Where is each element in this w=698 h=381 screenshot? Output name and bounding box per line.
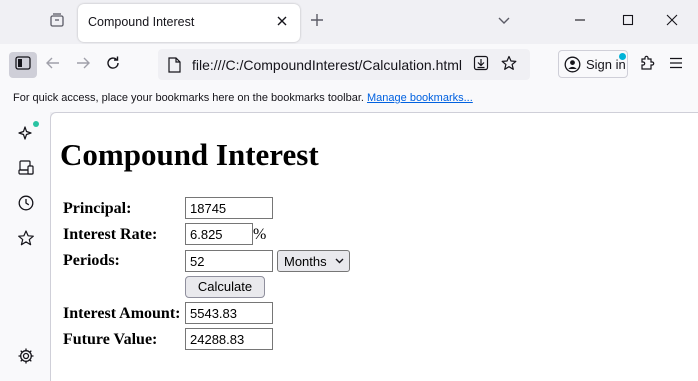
active-tab[interactable]: Compound Interest [78,4,300,42]
future-value-label: Future Value: [63,331,158,348]
notification-dot [619,53,626,60]
page-title: Compound Interest [60,137,319,172]
future-value-output[interactable]: 24288.83 [185,328,273,350]
maximize-button[interactable] [608,6,648,38]
principal-input[interactable]: 18745 [185,197,273,219]
interest-amount-label: Interest Amount: [63,305,181,322]
reload-icon [105,55,121,76]
sidebar-history-button[interactable] [13,192,39,218]
period-unit-select[interactable]: Months [277,250,350,272]
bookmarks-star-icon [17,229,35,252]
ai-chatbot-icon [17,124,35,147]
page-icon [166,56,182,73]
hamburger-menu-icon [669,56,683,74]
bookmarks-toolbar: For quick access, place your bookmarks h… [0,84,698,112]
minimize-button[interactable] [560,6,600,38]
principal-label: Principal: [63,200,132,217]
navigation-toolbar: file:///C:/CompoundInterest/Calculation.… [0,44,698,84]
window-close-button[interactable] [652,6,692,38]
bookmark-page-button[interactable] [498,54,520,76]
interest-rate-label: Interest Rate: [63,226,158,243]
manage-bookmarks-link[interactable]: Manage bookmarks... [367,92,473,104]
interest-amount-output[interactable]: 5543.83 [185,302,273,324]
puzzle-piece-icon [639,55,655,76]
tab-strip: Compound Interest [0,0,698,44]
page-content: Compound Interest Principal: 18745 Inter… [50,112,698,381]
sidebar-customize-button[interactable] [13,345,39,371]
arrow-right-icon [75,55,91,76]
list-all-tabs-button[interactable] [492,9,516,35]
extensions-button[interactable] [634,52,660,78]
tab-title: Compound Interest [88,15,195,29]
tab-groups-button[interactable] [44,9,70,35]
arrow-left-icon [45,55,61,76]
close-icon [276,14,288,32]
minimize-icon [574,13,586,31]
sidebar-notification-dot [33,121,39,127]
settings-gear-icon [17,347,35,370]
sidebar-toggle-button[interactable] [9,52,37,78]
calculate-button[interactable]: Calculate [185,276,265,298]
maximize-icon [622,13,634,31]
chevron-down-icon [497,13,511,32]
sidebar-icon [15,55,31,75]
browser-sidebar [0,112,50,381]
periods-input[interactable]: 52 [185,250,273,272]
synced-tabs-icon [17,159,35,182]
percent-sign: % [253,226,267,243]
close-icon [666,13,678,31]
download-icon [473,55,489,76]
url-text[interactable]: file:///C:/CompoundInterest/Calculation.… [192,57,462,73]
save-to-disk-button[interactable] [470,54,492,76]
address-bar[interactable]: file:///C:/CompoundInterest/Calculation.… [158,49,530,80]
new-tab-button[interactable] [305,9,329,35]
bookmarks-message: For quick access, place your bookmarks h… [13,92,364,104]
history-icon [17,194,35,217]
star-icon [501,55,517,76]
sign-in-button[interactable]: Sign in [558,50,628,78]
sidebar-bookmarks-button[interactable] [13,227,39,253]
back-button[interactable] [40,52,66,78]
tab-groups-icon [49,12,65,33]
plus-icon [310,13,324,32]
forward-button[interactable] [70,52,96,78]
tab-close-button[interactable] [272,13,292,33]
sidebar-synced-tabs-button[interactable] [13,157,39,183]
chevron-down-icon [334,256,344,266]
periods-label: Periods: [63,252,120,269]
period-unit-selected: Months [284,254,327,269]
interest-rate-input[interactable]: 6.825 [185,223,253,245]
app-menu-button[interactable] [663,52,689,78]
reload-button[interactable] [100,52,126,78]
account-icon [564,56,581,73]
bookmarks-empty-message: For quick access, place your bookmarks h… [13,92,473,104]
